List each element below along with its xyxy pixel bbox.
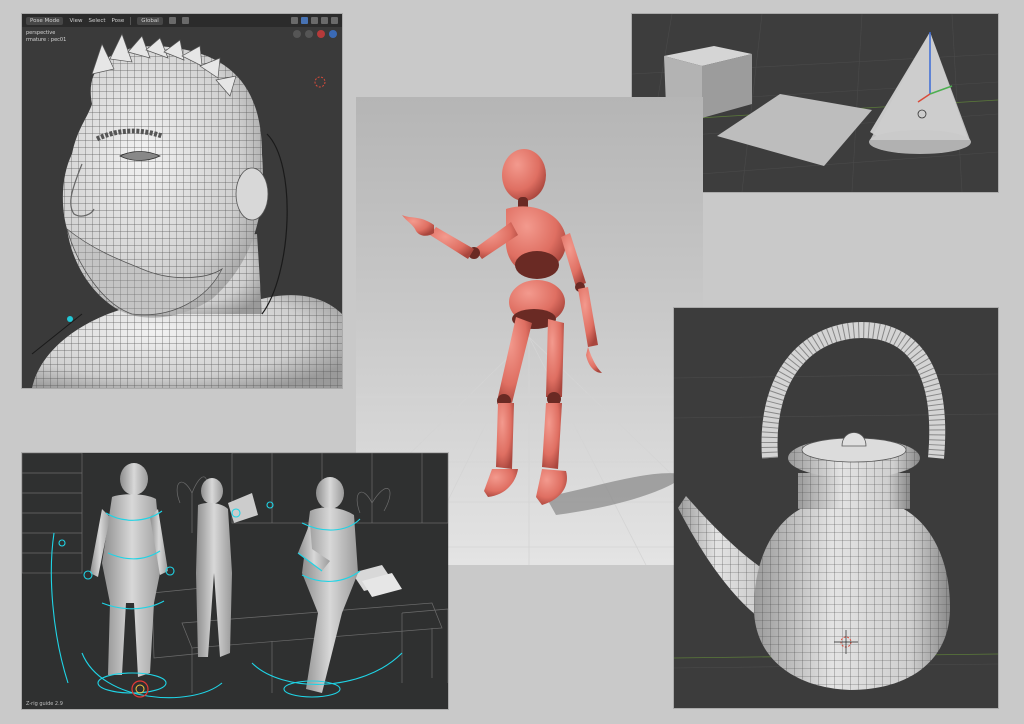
- viewport-footer-text: Z-rig guide 2.9: [26, 701, 63, 707]
- zoom-icon[interactable]: [293, 30, 301, 38]
- separator: [130, 16, 132, 25]
- armature-name-text: rmature : pec01: [26, 37, 67, 43]
- shading-material-icon[interactable]: [331, 17, 338, 24]
- navigation-gizmo[interactable]: [293, 30, 337, 38]
- orientation-selector[interactable]: Global: [137, 16, 163, 25]
- menu-view[interactable]: View: [69, 18, 82, 24]
- viewport-header: Pose Mode View Select Pose Global: [22, 14, 342, 27]
- head-mesh-render: [22, 14, 342, 388]
- shading-solid-icon[interactable]: [321, 17, 328, 24]
- viewport-info-overlay: perspective rmature : pec01: [26, 30, 66, 44]
- character-rig-viewport[interactable]: Z-rig guide 2.9: [22, 453, 448, 709]
- mode-selector[interactable]: Pose Mode: [26, 16, 64, 25]
- xray-icon[interactable]: [301, 17, 308, 24]
- characters-render: [22, 453, 448, 709]
- camera-icon[interactable]: [317, 30, 325, 38]
- menu-select[interactable]: Select: [89, 18, 106, 24]
- menu-pose[interactable]: Pose: [112, 18, 125, 24]
- pivot-icon[interactable]: [291, 17, 298, 24]
- snap-icon[interactable]: [168, 17, 176, 24]
- head-sculpt-viewport[interactable]: Pose Mode View Select Pose Global perspe…: [22, 14, 342, 388]
- teapot-mesh-render: [674, 308, 998, 708]
- proportional-icon[interactable]: [181, 17, 189, 24]
- hand-pan-icon[interactable]: [305, 30, 313, 38]
- overlay-icon[interactable]: [311, 17, 318, 24]
- teapot-viewport[interactable]: [674, 308, 998, 708]
- ortho-toggle-icon[interactable]: [329, 30, 337, 38]
- view-perspective-text: perspective: [26, 30, 56, 36]
